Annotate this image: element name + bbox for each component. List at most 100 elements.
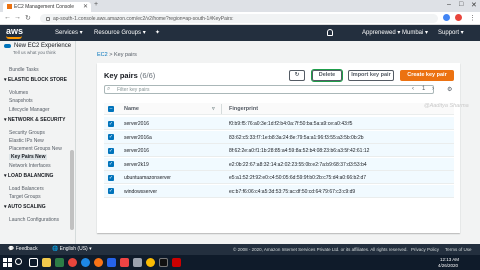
sidebar-section[interactable]: ▾ LOAD BALANCING — [4, 173, 68, 179]
taskbar-search-icon[interactable] — [15, 258, 22, 265]
lock-icon — [46, 16, 50, 21]
file-explorer-icon[interactable] — [42, 258, 51, 267]
sidebar-item[interactable]: Security Groups — [9, 130, 45, 136]
col-name-header[interactable]: Name — [124, 106, 139, 112]
filter-input[interactable]: Filter key pairs — [104, 85, 434, 94]
close-window-icon[interactable]: ✕ — [471, 1, 477, 9]
profile-avatar[interactable] — [455, 14, 462, 21]
row-name: server2016 — [124, 121, 150, 127]
row-name: server2016 — [124, 148, 150, 154]
delete-button[interactable]: Delete — [311, 69, 343, 82]
opera-icon[interactable] — [68, 258, 77, 267]
row-checkbox[interactable]: ✓ — [108, 174, 114, 181]
import-key-pair-button[interactable]: Import key pair — [348, 70, 394, 81]
sidebar-item[interactable]: Target Groups — [9, 194, 41, 200]
reload-icon[interactable]: ↻ — [25, 14, 31, 22]
refresh-button[interactable]: ↻ — [289, 70, 305, 81]
new-tab-icon[interactable]: + — [94, 1, 98, 8]
aws-smile-icon — [6, 36, 22, 39]
row-fingerprint: ec:b7:f6:06:c4:a5:3d:53:75:ac:df:50:cd:6… — [229, 188, 356, 195]
extension-icon[interactable] — [443, 14, 450, 21]
sidebar-item[interactable]: Snapshots — [9, 98, 33, 104]
next-page-icon[interactable]: › — [432, 86, 434, 92]
prev-page-icon[interactable]: ‹ — [412, 86, 414, 92]
row-fingerprint: 8f:62:2e:a0:f1:1b:28:85:a4:59:8a:52:b4:0… — [229, 148, 370, 154]
row-checkbox[interactable]: ✓ — [108, 188, 114, 194]
services-menu[interactable]: Services ▾ — [55, 29, 83, 36]
browser-menu-icon[interactable]: ⋮ — [469, 14, 476, 22]
select-all-checkbox[interactable]: – — [108, 106, 114, 112]
breadcrumb: EC2 > Key pairs — [97, 52, 137, 58]
aws-logo[interactable]: aws — [6, 26, 23, 36]
sidebar-item[interactable]: Launch Configurations — [9, 217, 59, 223]
tab-title: EC2 Management Console — [14, 4, 75, 10]
page-number[interactable]: 1 — [422, 86, 425, 92]
task-view-icon[interactable] — [29, 258, 38, 267]
row-checkbox[interactable]: ✓ — [108, 147, 114, 154]
breadcrumb-sep: > — [109, 52, 113, 58]
region-menu[interactable]: Mumbai ▾ — [402, 29, 428, 36]
url-input[interactable]: ap-south-1.console.aws.amazon.com/ec2/v2… — [40, 14, 438, 23]
new-experience-label: New EC2 Experience — [14, 43, 72, 49]
tab-close-icon[interactable]: ✕ — [83, 3, 88, 10]
word-icon[interactable] — [107, 258, 116, 267]
row-checkbox[interactable]: ✓ — [108, 161, 114, 167]
breadcrumb-ec2[interactable]: EC2 — [97, 52, 108, 58]
row-fingerprint: 83:62:c5:33:f7:1e:b8:3a:24:8e:79:5a:a1:9… — [229, 134, 364, 141]
row-fingerprint: e5:a1:52:2f:92:e0:c4:50:05:6d:59:9f:b0:2… — [229, 175, 367, 181]
table-header — [104, 103, 454, 115]
row-name: server2k19 — [124, 161, 149, 168]
privacy-link[interactable]: Privacy Policy — [411, 247, 439, 252]
sidebar-section[interactable]: ▾ AUTO SCALING — [4, 204, 68, 210]
bell-icon[interactable] — [327, 29, 333, 36]
clock-date[interactable]: 4/26/2020 — [438, 263, 458, 268]
remote-desktop-icon[interactable] — [172, 258, 181, 267]
refresh-icon: ↻ — [294, 72, 300, 78]
sidebar-section[interactable]: ▾ ELASTIC BLOCK STORE — [4, 77, 68, 83]
sidebar-item[interactable]: Placement Groups New — [9, 146, 62, 152]
new-experience-toggle[interactable] — [4, 44, 11, 48]
row-checkbox[interactable]: ✓ — [108, 120, 114, 127]
sidebar-item[interactable]: Lifecycle Manager — [9, 107, 50, 113]
create-key-pair-button[interactable]: Create key pair — [400, 70, 454, 81]
language-selector[interactable]: 🌐 English (US) ▾ — [52, 246, 92, 252]
clock-time[interactable]: 12:13 AM — [440, 257, 459, 262]
windows-start-icon[interactable] — [3, 258, 12, 267]
new-experience-sub[interactable]: Tell us what you think — [13, 50, 56, 55]
maximize-icon[interactable]: □ — [459, 1, 463, 8]
sidebar-item-key-pairs[interactable]: Key Pairs New — [9, 154, 48, 161]
media-player-icon[interactable] — [120, 258, 129, 267]
sidebar-scrollbar[interactable] — [70, 150, 74, 230]
row-fingerprint: e2:0b:22:67:a8:32:14:a2:02:23:55:0b:e2:7… — [229, 161, 367, 168]
sidebar-item[interactable]: Load Balancers — [9, 186, 44, 192]
settings-app-icon[interactable] — [133, 258, 142, 267]
col-fingerprint-header[interactable]: Fingerprint — [229, 106, 258, 112]
selected-count: (6/6) — [139, 71, 156, 80]
sidebar-item[interactable]: Network Interfaces — [9, 163, 51, 169]
back-icon[interactable]: ← — [4, 14, 11, 21]
row-fingerprint: f0:b9:f5:76:a0:3e:1d:f2:b4:0a:7f:50:ba:5… — [229, 121, 353, 127]
resource-groups-menu[interactable]: Resource Groups ▾ — [94, 29, 146, 36]
firefox-icon[interactable] — [94, 258, 103, 267]
feedback-link[interactable]: 💬 Feedback — [8, 246, 38, 252]
terminal-icon[interactable] — [159, 258, 168, 267]
sidebar-item[interactable]: Bundle Tasks — [9, 67, 39, 73]
terms-link[interactable]: Terms of Use — [445, 247, 472, 252]
settings-gear-icon[interactable]: ⚙ — [447, 86, 452, 93]
aws-favicon-icon — [7, 4, 12, 10]
chrome-icon[interactable] — [146, 258, 155, 267]
sidebar-section[interactable]: ▾ NETWORK & SECURITY — [4, 117, 68, 123]
sidebar-item[interactable]: Volumes — [9, 90, 28, 96]
edge-icon[interactable] — [81, 258, 90, 267]
row-checkbox[interactable]: ✓ — [108, 134, 114, 140]
sidebar-item[interactable]: Elastic IPs New — [9, 138, 44, 144]
sort-icon[interactable]: ▿ — [212, 106, 215, 112]
watermark: @Aaditya Sharma — [424, 103, 469, 109]
forward-icon[interactable]: → — [14, 14, 21, 21]
account-menu[interactable]: Apprenewed ▾ — [362, 29, 400, 36]
pin-icon[interactable]: ✦ — [155, 29, 160, 36]
minimize-icon[interactable]: – — [447, 1, 451, 8]
support-menu[interactable]: Support ▾ — [438, 29, 464, 36]
store-icon[interactable] — [55, 258, 64, 267]
browser-tab[interactable]: EC2 Management Console ✕ — [3, 2, 91, 12]
